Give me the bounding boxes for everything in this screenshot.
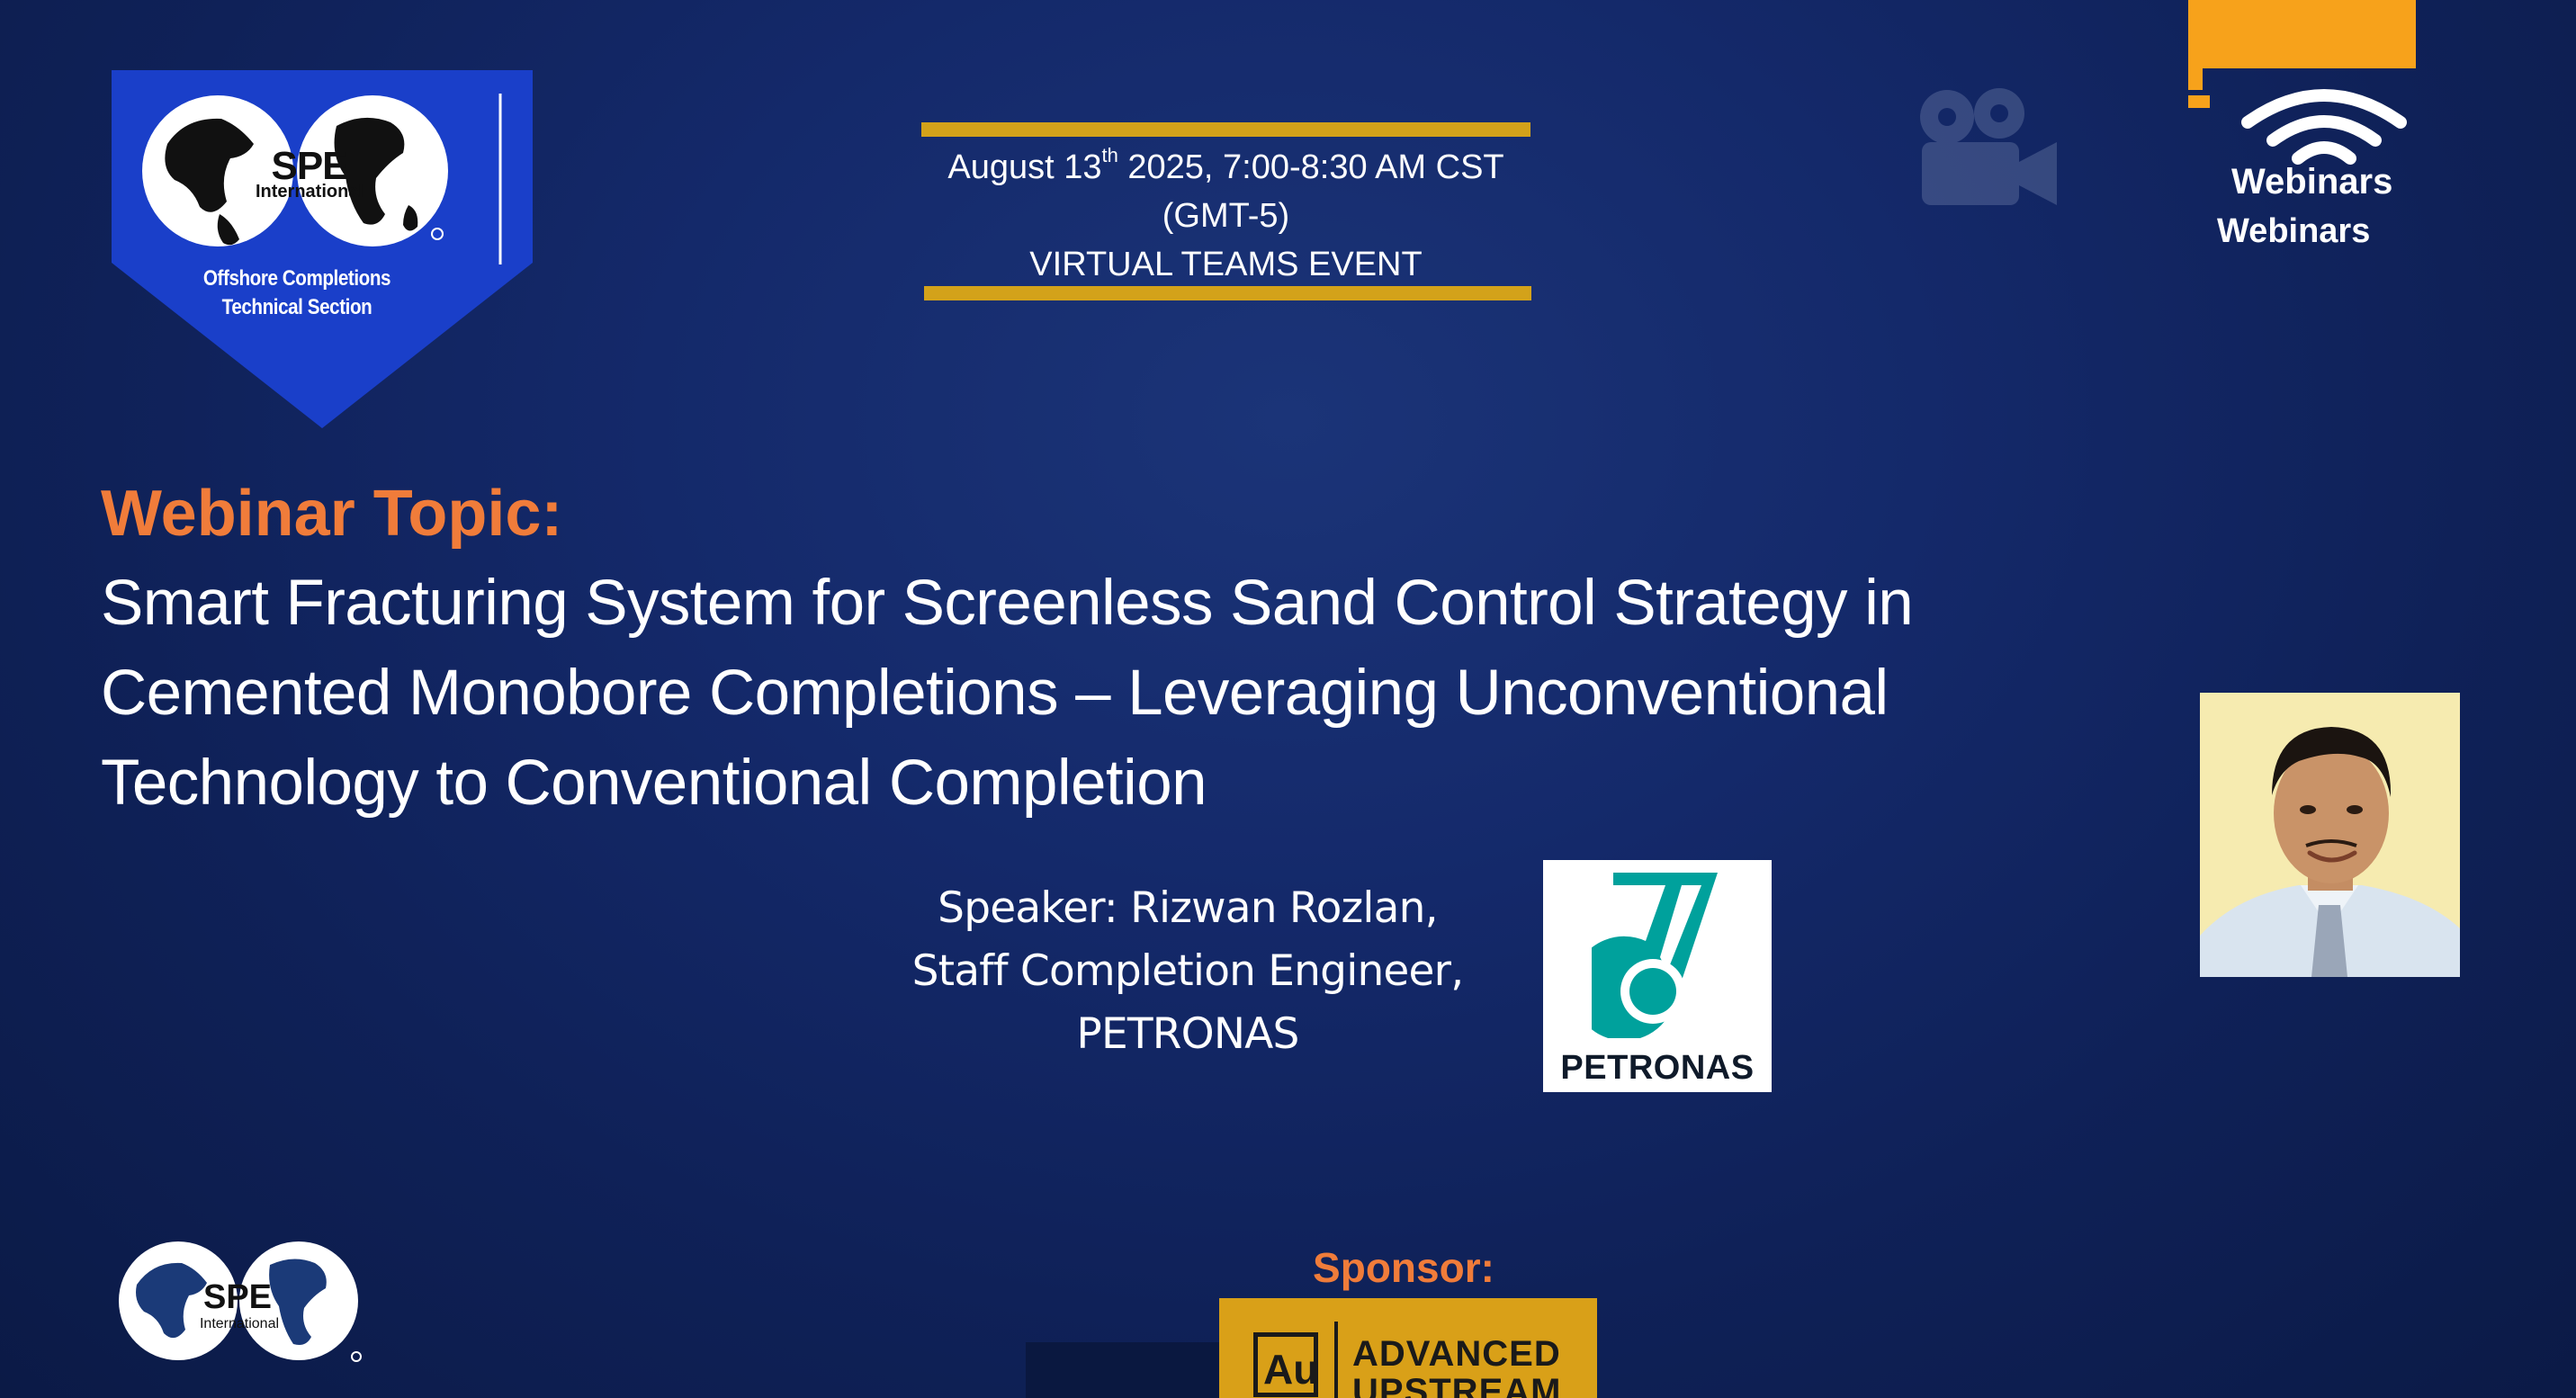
sponsor-shadow-block	[1026, 1342, 1242, 1398]
event-timezone: (GMT-5)	[1162, 197, 1290, 235]
spe-small-logo-icon: SPE International	[119, 1241, 362, 1362]
wifi-icon	[2241, 89, 2407, 165]
speaker-title: Staff Completion Engineer,	[911, 946, 1465, 996]
event-format: VIRTUAL TEAMS EVENT	[1029, 246, 1423, 283]
webinar-slide: SPE International Offshore Completions T…	[0, 0, 2576, 1398]
webinars-logo-text-secondary: Webinars	[2217, 212, 2371, 250]
sponsor-logo-mark: Au	[1253, 1332, 1318, 1397]
topic-title-line: Technology to Conventional Completion	[101, 748, 1207, 819]
spe-small-logo-text: SPE	[203, 1278, 272, 1316]
event-date-time: 2025, 7:00-8:30 AM CST	[1117, 148, 1504, 186]
event-info: August 13th 2025, 7:00-8:30 AM CST (GMT-…	[921, 122, 1531, 304]
badge-shield-icon	[112, 70, 533, 428]
petronas-logo: PETRONAS	[1543, 860, 1772, 1092]
topic-heading: Webinar Topic:	[101, 478, 563, 550]
speaker-photo	[2200, 693, 2460, 977]
badge-caption-line2: Technical Section	[221, 295, 372, 319]
petronas-drop-icon	[1592, 873, 1718, 1038]
webinars-orange-dot	[2188, 95, 2210, 108]
spe-logo-subtext: International	[255, 182, 364, 202]
speaker-portrait-icon	[2200, 693, 2460, 977]
sponsor-logo-divider	[1334, 1322, 1338, 1398]
webinars-orange-block	[2188, 0, 2416, 68]
spe-technical-section-badge: SPE International Offshore Completions T…	[112, 70, 533, 428]
topic-title-line: Cemented Monobore Completions – Leveragi…	[101, 658, 1889, 729]
petronas-logo-text: PETRONAS	[1560, 1049, 1755, 1087]
sponsor-logo: Au ADVANCED UPSTREAM	[1219, 1298, 1597, 1398]
topic-title-line: Smart Fracturing System for Screenless S…	[101, 568, 1914, 639]
event-date-prefix: August 13	[947, 148, 1102, 186]
event-date-ordinal: th	[1101, 144, 1118, 166]
sponsor-label: Sponsor:	[1313, 1244, 1494, 1291]
spe-small-logo-subtext: International	[200, 1316, 279, 1331]
webinars-orange-tab	[2188, 68, 2203, 90]
event-date: August 13th 2025, 7:00-8:30 AM CST	[921, 144, 1530, 191]
sponsor-name-line1: ADVANCED	[1352, 1334, 1561, 1374]
speaker-company: PETRONAS	[1076, 1009, 1299, 1059]
gold-divider-top	[921, 122, 1530, 137]
speaker-name: Speaker: Rizwan Rozlan,	[938, 883, 1438, 933]
video-camera-icon	[1920, 88, 2057, 205]
badge-caption-line1: Offshore Completions	[202, 266, 391, 291]
webinars-logo-text: Webinars	[2231, 162, 2393, 202]
gold-divider-bottom	[924, 286, 1531, 300]
sponsor-name-line2: UPSTREAM	[1352, 1372, 1562, 1398]
webinars-logo: Webinars Webinars	[2188, 0, 2419, 261]
